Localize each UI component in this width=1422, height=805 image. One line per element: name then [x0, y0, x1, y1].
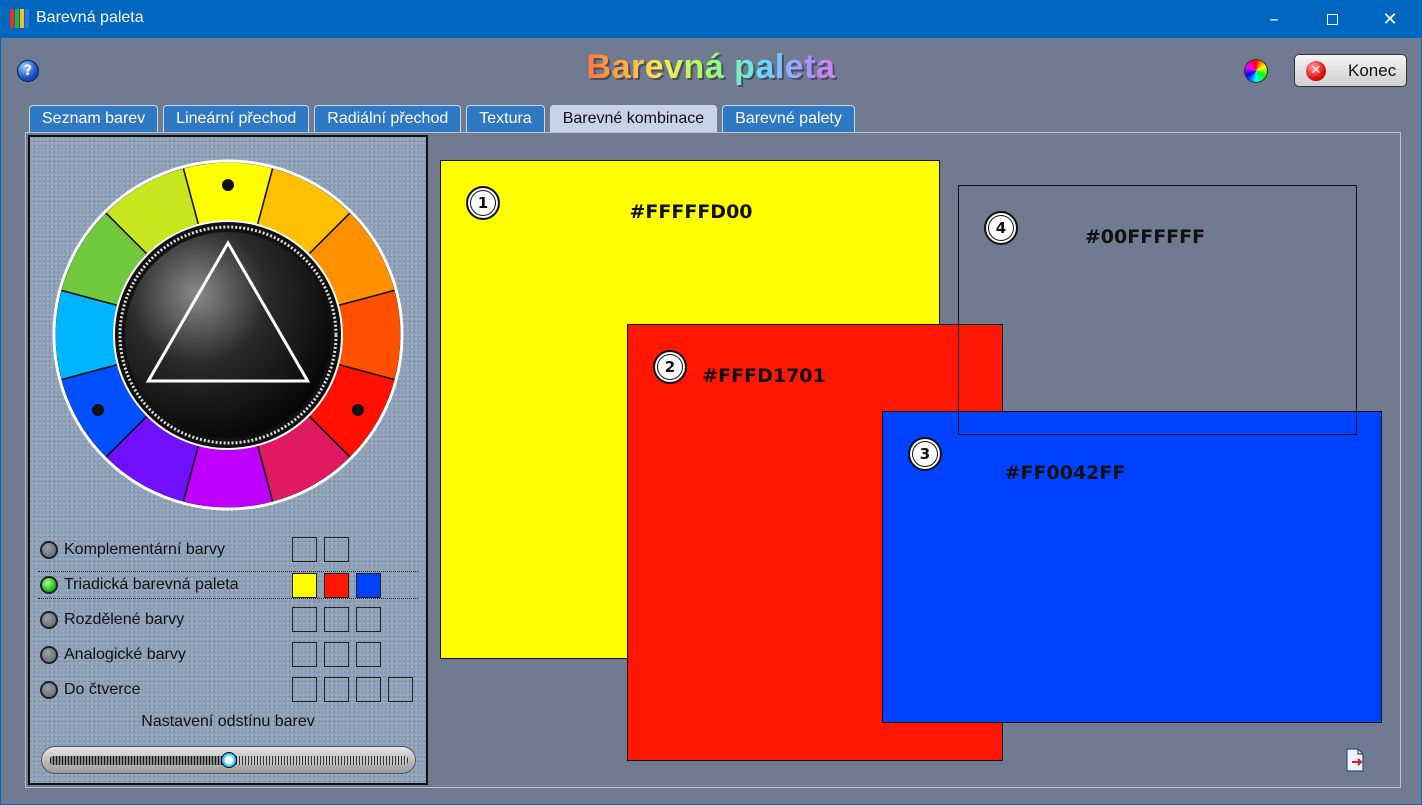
swatch — [356, 642, 381, 667]
title-bar: Barevná paleta – ✕ — [0, 0, 1422, 38]
window-title: Barevná paleta — [36, 9, 144, 26]
radio-square[interactable] — [40, 681, 58, 699]
swatch — [388, 677, 413, 702]
app-icon — [10, 9, 29, 28]
swatch — [292, 642, 317, 667]
tab-bar: Seznam barev Lineární přechod Radiální p… — [29, 105, 860, 132]
minimize-button[interactable]: – — [1245, 0, 1303, 38]
tab-color-list[interactable]: Seznam barev — [29, 105, 159, 132]
scheme-split[interactable]: Rozdělené barvy — [38, 606, 418, 634]
swatch — [324, 573, 349, 598]
color-box-3[interactable]: 3 #FF0042FF — [882, 411, 1382, 723]
color-wheel-icon[interactable] — [1244, 59, 1268, 83]
color-wheel[interactable] — [52, 159, 404, 511]
scheme-triadic[interactable]: Triadická barevná paleta — [38, 571, 418, 599]
close-icon: ✕ — [1382, 8, 1398, 30]
radio-split[interactable] — [40, 611, 58, 629]
tab-texture[interactable]: Textura — [466, 105, 545, 132]
scheme-label: Analogické barvy — [64, 646, 186, 663]
wheel-center — [125, 232, 331, 438]
color-box-4[interactable]: 4 #00FFFFFF — [958, 185, 1357, 435]
box-code: #FFFFFD00 — [629, 201, 753, 223]
shade-slider[interactable] — [41, 746, 416, 774]
scheme-label: Do čtverce — [64, 681, 141, 698]
slider-fill — [50, 756, 229, 765]
swatch — [324, 642, 349, 667]
box-code: #FF0042FF — [1004, 462, 1126, 484]
swatch — [324, 607, 349, 632]
wheel-marker-dot — [92, 404, 105, 416]
scheme-label: Triadická barevná paleta — [64, 576, 239, 593]
shade-label: Nastavení odstínu barev — [141, 713, 315, 730]
swatch — [356, 677, 381, 702]
tab-radial-gradient[interactable]: Radiální přechod — [314, 105, 462, 132]
quit-button[interactable]: ✕ Konec — [1294, 54, 1407, 87]
help-icon[interactable]: ? — [17, 60, 39, 82]
wheel-marker-dot — [222, 179, 234, 191]
swatch — [292, 677, 317, 702]
minimize-icon: – — [1269, 8, 1279, 30]
scheme-label: Komplementární barvy — [64, 541, 225, 558]
scheme-label: Rozdělené barvy — [64, 611, 185, 628]
box-code: #FFFD1701 — [702, 365, 826, 387]
close-circle-icon: ✕ — [1306, 60, 1326, 81]
tab-linear-gradient[interactable]: Lineární přechod — [163, 105, 310, 132]
app-title: Barevná paleta — [561, 48, 861, 87]
scheme-square[interactable]: Do čtverce — [38, 676, 418, 704]
maximize-button[interactable] — [1303, 0, 1361, 38]
radio-analogous[interactable] — [40, 646, 58, 664]
swatch — [324, 677, 349, 702]
radio-triadic[interactable] — [40, 576, 58, 594]
client-area: ? Barevná paleta Barevná paleta ✕ Konec … — [1, 38, 1421, 804]
swatch — [292, 573, 317, 598]
swatch — [356, 607, 381, 632]
swatch — [292, 537, 317, 562]
swatch — [292, 607, 317, 632]
wheel-marker-dot — [351, 404, 364, 416]
scheme-panel: Komplementární barvy Triadická barevná p… — [28, 135, 428, 785]
box-code: #00FFFFFF — [1084, 226, 1206, 248]
box-number: 1 — [466, 186, 500, 220]
slider-thumb[interactable] — [221, 752, 237, 768]
quit-label: Konec — [1348, 60, 1397, 80]
scheme-complementary[interactable]: Komplementární barvy — [38, 536, 418, 564]
export-icon[interactable] — [1344, 748, 1366, 772]
scheme-analogous[interactable]: Analogické barvy — [38, 641, 418, 669]
maximize-icon — [1326, 13, 1338, 25]
swatch — [356, 573, 381, 598]
close-button[interactable]: ✕ — [1361, 0, 1419, 38]
tab-color-palettes[interactable]: Barevné palety — [722, 105, 855, 132]
tab-color-combinations[interactable]: Barevné kombinace — [549, 105, 718, 132]
radio-complementary[interactable] — [40, 541, 58, 559]
swatch — [324, 537, 349, 562]
